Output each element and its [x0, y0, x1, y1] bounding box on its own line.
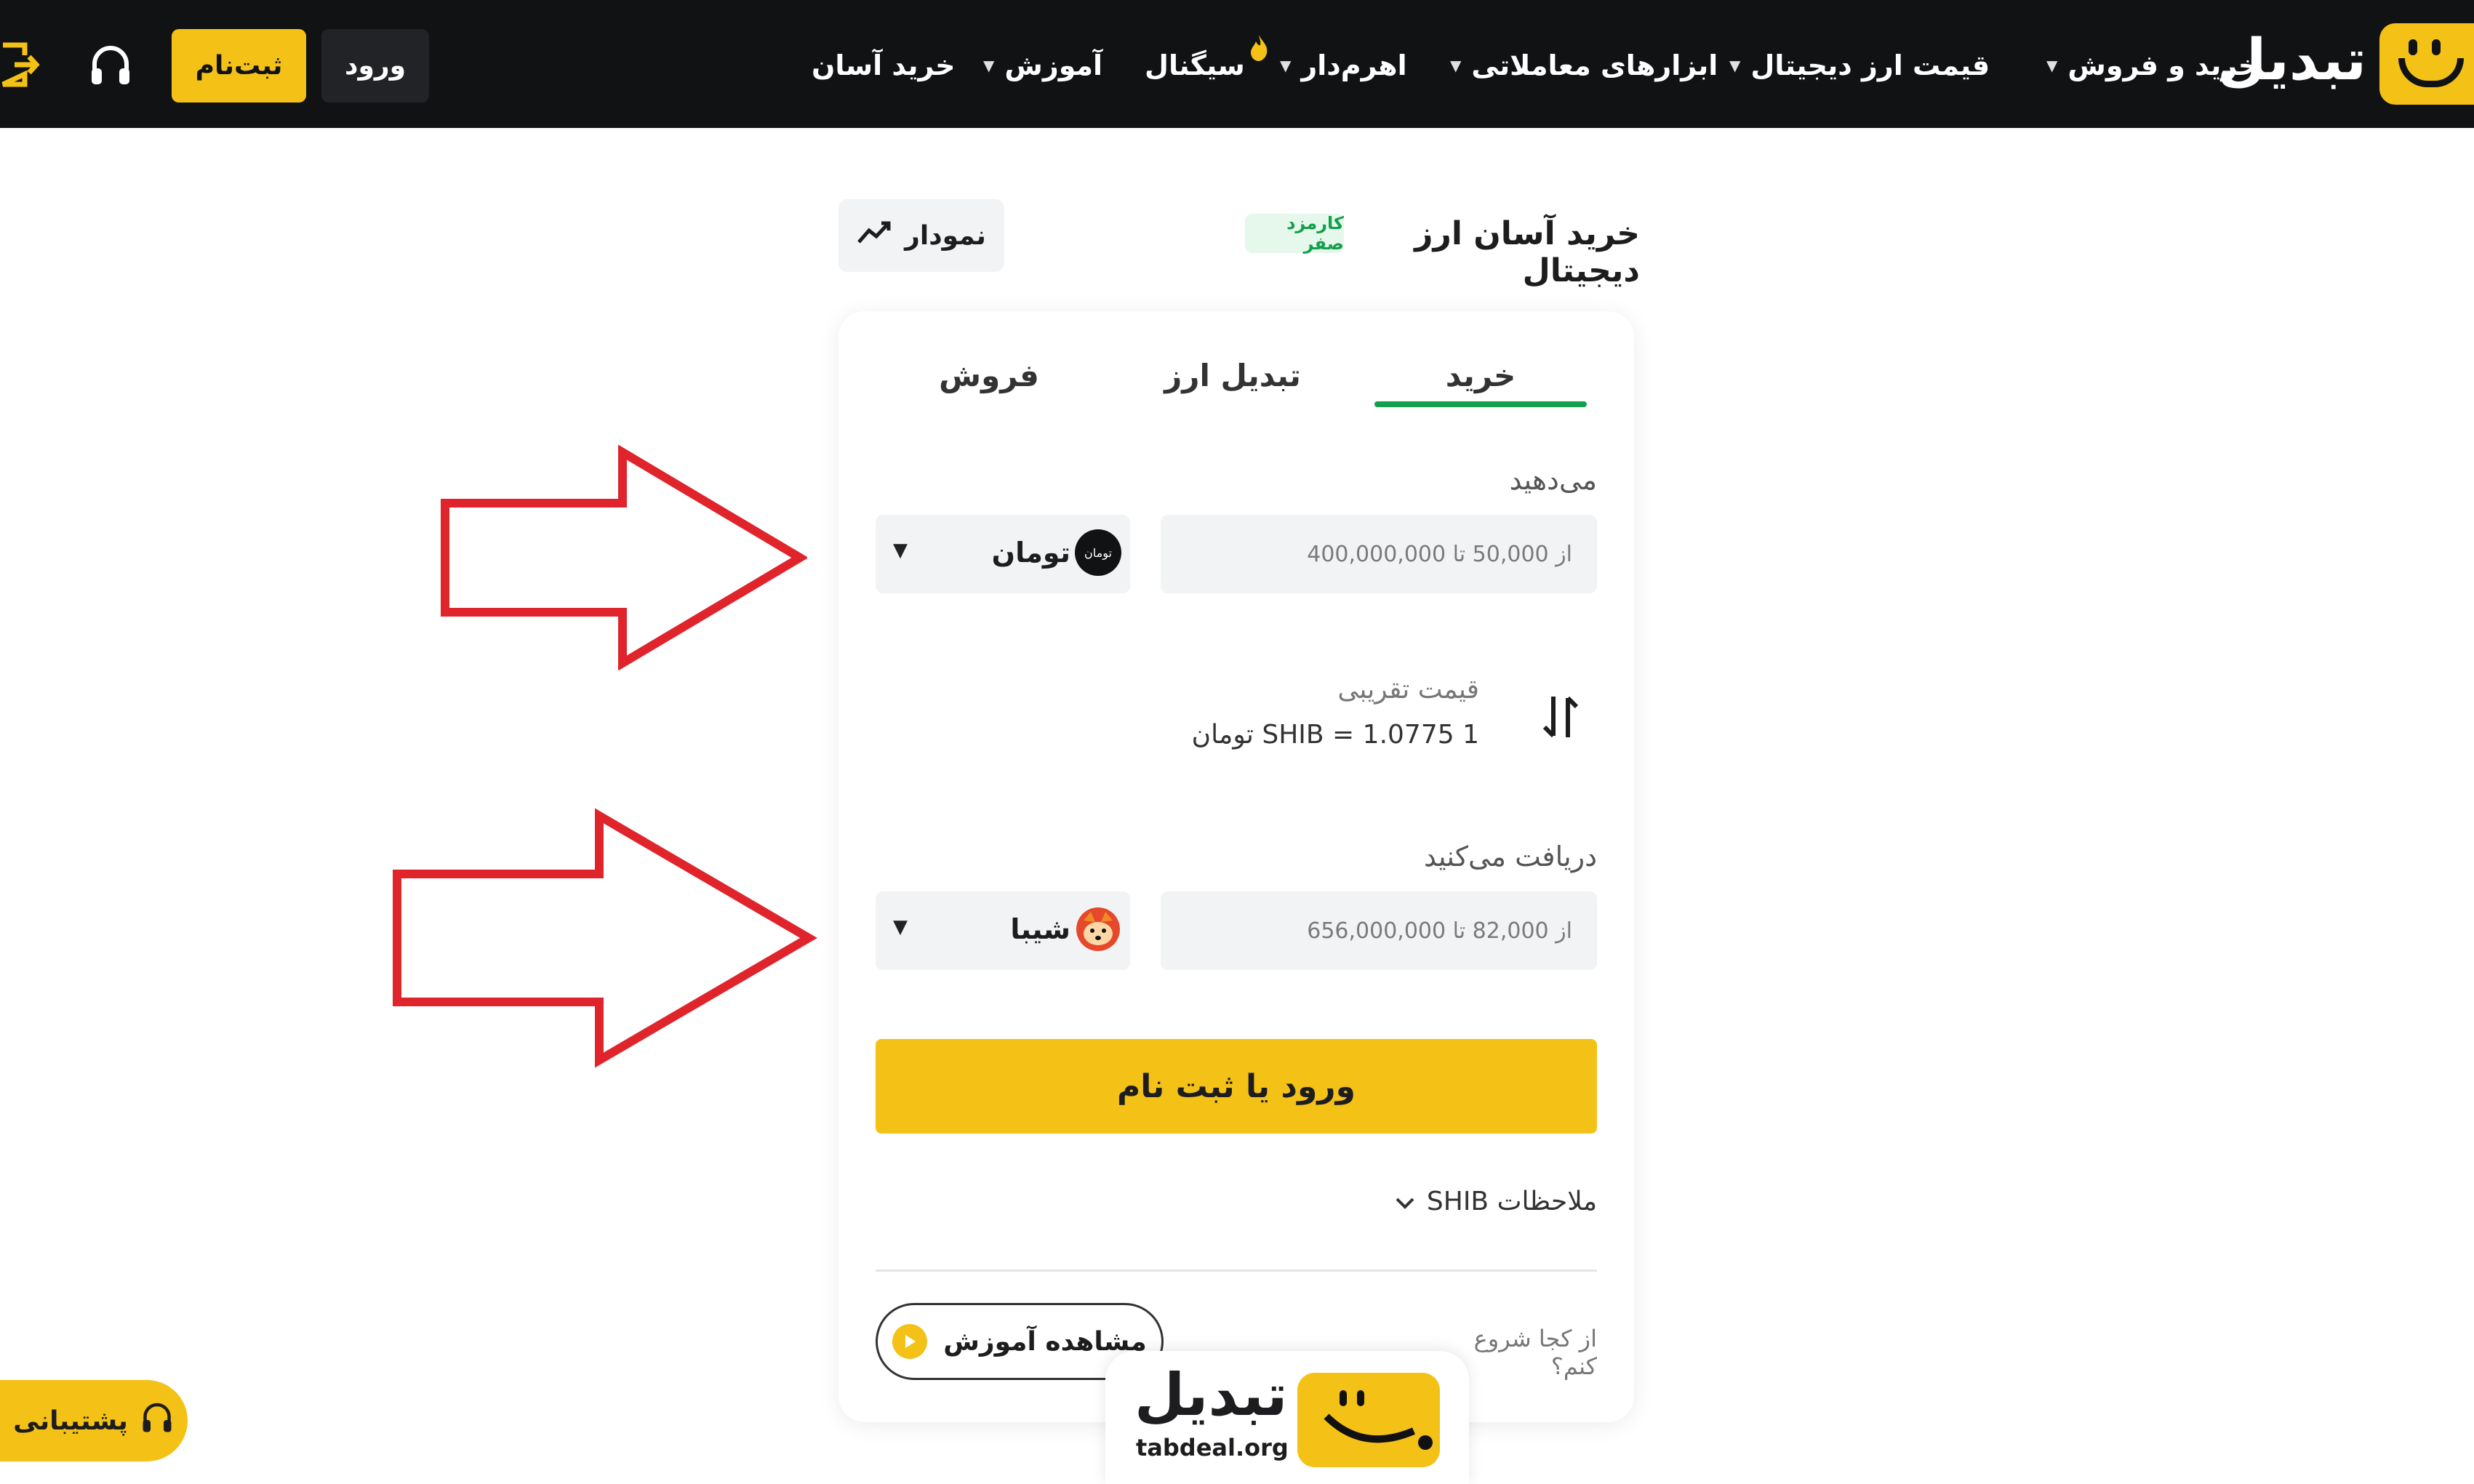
- chevron-down-icon: [1395, 1187, 1415, 1216]
- chevron-down-icon: ▼: [893, 540, 908, 561]
- chevron-down-icon: ▼: [2046, 57, 2058, 74]
- chevron-down-icon: ▼: [1280, 57, 1292, 74]
- toman-coin-icon: تومان: [1075, 529, 1121, 576]
- support-button[interactable]: پشتیبانی: [0, 1380, 188, 1461]
- tab-buy[interactable]: خرید: [1374, 346, 1587, 404]
- top-navbar: تبدیل خرید و فروش ▼ قیمت ارز دیجیتال ▼ ا…: [0, 0, 2474, 128]
- trend-line-icon: [857, 220, 892, 252]
- nav-label: خرید آسان: [812, 49, 956, 81]
- brand-logo-icon[interactable]: [2379, 23, 2474, 105]
- tab-sell[interactable]: فروش: [894, 346, 1084, 404]
- nav-item-buy-sell[interactable]: خرید و فروش ▼: [2046, 45, 2258, 86]
- login-button[interactable]: ورود: [321, 29, 429, 103]
- watermark-domain: tabdeal.org: [1136, 1434, 1289, 1461]
- chevron-down-icon: ▼: [1729, 57, 1741, 74]
- nav-item-crypto-price[interactable]: قیمت ارز دیجیتال ▼: [1729, 45, 1990, 86]
- receive-currency-select[interactable]: شیبا ▼: [876, 891, 1130, 970]
- active-tab-indicator: [1374, 401, 1587, 407]
- support-headset-icon[interactable]: [87, 42, 134, 89]
- divider: [876, 1270, 1597, 1272]
- shib-notes-toggle[interactable]: ملاحظات SHIB: [1367, 1182, 1597, 1220]
- nav-label: اهرم‌دار: [1301, 49, 1407, 81]
- nav-label: سیگنال: [1145, 49, 1245, 81]
- zero-fee-badge: کارمزد صفر: [1245, 213, 1344, 254]
- tabdeal-watermark: تبدیل tabdeal.org: [1105, 1351, 1469, 1484]
- swap-arrows-icon[interactable]: [1534, 691, 1587, 743]
- chart-button-label: نمودار: [905, 220, 986, 251]
- tabdeal-logo-icon: [1297, 1373, 1440, 1467]
- nav-item-education[interactable]: آموزش ▼: [983, 45, 1102, 86]
- approx-price-label: قیمت تقریبی: [1337, 675, 1479, 705]
- exit-icon[interactable]: [0, 41, 41, 89]
- receive-currency-name: شیبا: [1010, 913, 1070, 945]
- chevron-down-icon: ▼: [893, 916, 908, 938]
- chart-button[interactable]: نمودار: [838, 199, 1004, 272]
- give-currency-name: تومان: [991, 537, 1070, 569]
- tab-convert[interactable]: تبدیل ارز: [1134, 346, 1331, 404]
- red-arrow-top-icon: [441, 445, 807, 670]
- shiba-coin-icon: [1075, 906, 1121, 952]
- nav-item-signal[interactable]: سیگنال: [1145, 45, 1245, 86]
- login-or-signup-button[interactable]: ورود یا ثبت نام: [876, 1039, 1597, 1134]
- give-amount-input[interactable]: [1161, 515, 1597, 593]
- nav-item-trading-tools[interactable]: ابزارهای معاملاتی ▼: [1450, 45, 1718, 86]
- nav-label: خرید و فروش: [2067, 49, 2259, 81]
- signup-button[interactable]: ثبت‌نام: [172, 29, 306, 103]
- receive-amount-input[interactable]: [1161, 891, 1597, 970]
- play-icon: [892, 1324, 928, 1359]
- chevron-down-icon: ▼: [983, 57, 995, 74]
- red-arrow-bottom-icon: [393, 808, 817, 1068]
- chevron-down-icon: ▼: [1450, 57, 1462, 74]
- fire-icon: [1248, 33, 1270, 69]
- nav-label: قیمت ارز دیجیتال: [1750, 49, 1990, 81]
- watermark-name: تبدیل: [1134, 1361, 1288, 1429]
- page-title: خرید آسان ارز دیجیتال: [1414, 215, 1640, 289]
- receive-label: دریافت می‌کنید: [1424, 841, 1597, 873]
- shib-notes-label: ملاحظات SHIB: [1426, 1186, 1597, 1216]
- headset-icon: [140, 1400, 175, 1442]
- nav-item-easy-buy[interactable]: خرید آسان: [812, 45, 956, 86]
- nav-label: آموزش: [1004, 49, 1103, 81]
- give-currency-select[interactable]: تومان تومان ▼: [876, 515, 1130, 593]
- nav-label: ابزارهای معاملاتی: [1471, 49, 1718, 81]
- give-label: می‌دهید: [1509, 464, 1597, 496]
- support-label: پشتیبانی: [13, 1405, 128, 1436]
- nav-item-leverage[interactable]: اهرم‌دار ▼: [1280, 45, 1407, 86]
- approx-price-value: 1 SHIB = 1.0775 تومان: [1191, 720, 1479, 750]
- view-tutorial-label: مشاهده آموزش: [943, 1326, 1147, 1357]
